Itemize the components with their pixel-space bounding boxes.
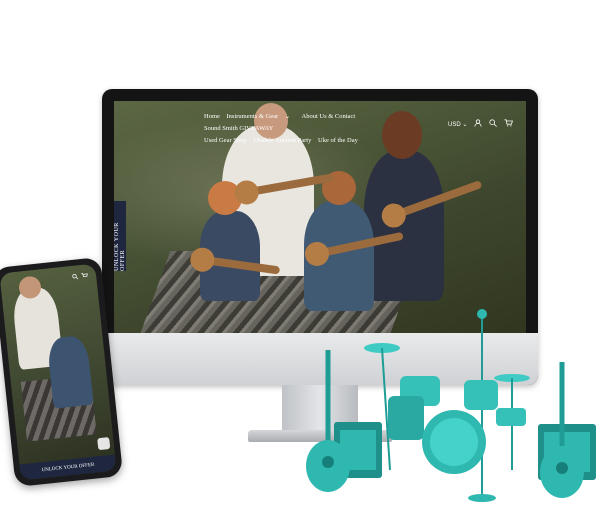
- floor-tom: [388, 396, 424, 440]
- nav-item-uke-of-the-day[interactable]: Uke of the Day: [318, 137, 358, 144]
- mobile-header-icons: [72, 272, 89, 282]
- guitar-soundhole: [556, 462, 568, 474]
- mic-stand-base: [468, 494, 496, 502]
- account-icon[interactable]: [474, 119, 482, 129]
- nav-item-home[interactable]: Home: [204, 113, 220, 120]
- search-icon[interactable]: [72, 273, 79, 282]
- currency-selector[interactable]: USD ⌄: [448, 121, 467, 128]
- tom-drum: [464, 380, 498, 410]
- main-nav: Home Instruments & Gear ⌄ About Us & Con…: [204, 111, 434, 147]
- nav-item-instruments-gear[interactable]: Instruments & Gear ⌄: [227, 113, 296, 120]
- header-actions: USD ⌄: [448, 119, 514, 129]
- guitar-soundhole: [322, 456, 334, 468]
- chevron-down-icon: ⌄: [284, 113, 291, 120]
- nav-item-used-gear-shop[interactable]: Used Gear Shop: [204, 137, 247, 144]
- desktop-screen: Home Instruments & Gear ⌄ About Us & Con…: [114, 101, 526, 333]
- mobile-hero-child: [46, 334, 94, 409]
- search-icon[interactable]: [489, 119, 498, 129]
- mobile-unlock-offer-bar[interactable]: UNLOCK YOUR OFFER: [19, 454, 117, 481]
- unlock-offer-tab[interactable]: UNLOCK YOUR OFFER: [114, 201, 126, 271]
- nav-item-ukulele-auction-party[interactable]: Ukulele Auction Party: [253, 137, 311, 144]
- nav-item-about-contact[interactable]: About Us & Contact: [302, 113, 356, 120]
- cart-icon[interactable]: [504, 119, 514, 129]
- chat-badge-icon[interactable]: [97, 437, 111, 451]
- cart-icon[interactable]: [81, 272, 89, 281]
- hero-person-mom: [364, 151, 444, 301]
- bass-drum-head: [430, 418, 478, 466]
- mobile-screen: UNLOCK YOUR OFFER: [0, 263, 117, 481]
- snare-drum: [496, 408, 526, 426]
- nav-item-giveaway[interactable]: Sound Smith GIVEAWAY: [204, 125, 273, 132]
- teal-instruments-illustration: [306, 309, 596, 502]
- mic-head: [477, 309, 487, 319]
